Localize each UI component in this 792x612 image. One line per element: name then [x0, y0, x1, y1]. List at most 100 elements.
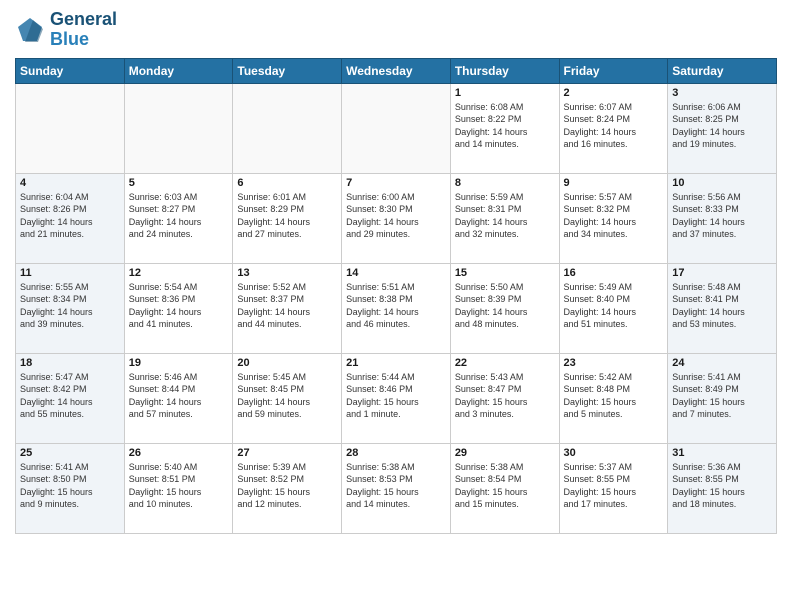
day-number: 14 [346, 267, 446, 279]
weekday-header: Thursday [450, 58, 559, 83]
day-info: Sunrise: 5:52 AM Sunset: 8:37 PM Dayligh… [237, 281, 337, 331]
calendar-cell: 7 Sunrise: 6:00 AM Sunset: 8:30 PM Daylig… [342, 173, 451, 263]
calendar-cell: 23 Sunrise: 5:42 AM Sunset: 8:48 PM Dayli… [559, 353, 668, 443]
day-number: 30 [564, 447, 664, 459]
day-info: Sunrise: 5:45 AM Sunset: 8:45 PM Dayligh… [237, 371, 337, 421]
day-info: Sunrise: 6:04 AM Sunset: 8:26 PM Dayligh… [20, 191, 120, 241]
day-info: Sunrise: 5:42 AM Sunset: 8:48 PM Dayligh… [564, 371, 664, 421]
calendar-cell [16, 83, 125, 173]
day-info: Sunrise: 6:06 AM Sunset: 8:25 PM Dayligh… [672, 101, 772, 151]
calendar-cell: 30 Sunrise: 5:37 AM Sunset: 8:55 PM Dayli… [559, 443, 668, 533]
calendar-cell: 16 Sunrise: 5:49 AM Sunset: 8:40 PM Dayli… [559, 263, 668, 353]
calendar-cell: 2 Sunrise: 6:07 AM Sunset: 8:24 PM Daylig… [559, 83, 668, 173]
weekday-header: Sunday [16, 58, 125, 83]
calendar-cell: 26Sunrise: 5:40 AM Sunset: 8:51 PM Dayli… [124, 443, 233, 533]
page-header: General Blue [15, 10, 777, 50]
calendar-cell: 22 Sunrise: 5:43 AM Sunset: 8:47 PM Dayli… [450, 353, 559, 443]
day-number: 23 [564, 357, 664, 369]
day-info: Sunrise: 5:56 AM Sunset: 8:33 PM Dayligh… [672, 191, 772, 241]
calendar-cell: 21Sunrise: 5:44 AM Sunset: 8:46 PM Dayli… [342, 353, 451, 443]
day-info: Sunrise: 5:55 AM Sunset: 8:34 PM Dayligh… [20, 281, 120, 331]
calendar-cell: 13 Sunrise: 5:52 AM Sunset: 8:37 PM Dayli… [233, 263, 342, 353]
day-number: 7 [346, 177, 446, 189]
calendar-cell: 6 Sunrise: 6:01 AM Sunset: 8:29 PM Daylig… [233, 173, 342, 263]
logo: General Blue [15, 10, 117, 50]
day-number: 4 [20, 177, 120, 189]
day-number: 2 [564, 87, 664, 99]
day-number: 25 [20, 447, 120, 459]
day-number: 12 [129, 267, 229, 279]
day-info: Sunrise: 5:41 AM Sunset: 8:49 PM Dayligh… [672, 371, 772, 421]
day-info: Sunrise: 5:54 AM Sunset: 8:36 PM Dayligh… [129, 281, 229, 331]
day-info: Sunrise: 5:47 AM Sunset: 8:42 PM Dayligh… [20, 371, 120, 421]
day-number: 1 [455, 87, 555, 99]
weekday-header: Tuesday [233, 58, 342, 83]
day-number: 11 [20, 267, 120, 279]
calendar-cell: 12 Sunrise: 5:54 AM Sunset: 8:36 PM Dayli… [124, 263, 233, 353]
day-info: Sunrise: 5:43 AM Sunset: 8:47 PM Dayligh… [455, 371, 555, 421]
day-number: 3 [672, 87, 772, 99]
calendar-cell: 28 Sunrise: 5:38 AM Sunset: 8:53 PM Dayli… [342, 443, 451, 533]
day-info: Sunrise: 6:07 AM Sunset: 8:24 PM Dayligh… [564, 101, 664, 151]
day-number: 28 [346, 447, 446, 459]
calendar-cell: 14 Sunrise: 5:51 AM Sunset: 8:38 PM Dayli… [342, 263, 451, 353]
day-number: 27 [237, 447, 337, 459]
calendar-cell: 19 Sunrise: 5:46 AM Sunset: 8:44 PM Dayli… [124, 353, 233, 443]
calendar-cell [342, 83, 451, 173]
logo-icon [15, 15, 45, 45]
day-number: 8 [455, 177, 555, 189]
day-number: 6 [237, 177, 337, 189]
day-number: 19 [129, 357, 229, 369]
header-row: SundayMondayTuesdayWednesdayThursdayFrid… [16, 58, 777, 83]
day-number: 21 [346, 357, 446, 369]
calendar-cell: 4 Sunrise: 6:04 AM Sunset: 8:26 PM Daylig… [16, 173, 125, 263]
calendar-row: 11 Sunrise: 5:55 AM Sunset: 8:34 PM Dayli… [16, 263, 777, 353]
calendar-cell: 24 Sunrise: 5:41 AM Sunset: 8:49 PM Dayli… [668, 353, 777, 443]
day-number: 9 [564, 177, 664, 189]
calendar-cell: 5 Sunrise: 6:03 AM Sunset: 8:27 PM Daylig… [124, 173, 233, 263]
day-number: 5 [129, 177, 229, 189]
day-number: 13 [237, 267, 337, 279]
calendar-row: 18 Sunrise: 5:47 AM Sunset: 8:42 PM Dayli… [16, 353, 777, 443]
calendar-cell: 9Sunrise: 5:57 AM Sunset: 8:32 PM Daylig… [559, 173, 668, 263]
day-number: 24 [672, 357, 772, 369]
day-info: Sunrise: 5:38 AM Sunset: 8:53 PM Dayligh… [346, 461, 446, 511]
day-number: 18 [20, 357, 120, 369]
calendar-cell: 27 Sunrise: 5:39 AM Sunset: 8:52 PM Dayli… [233, 443, 342, 533]
day-info: Sunrise: 5:38 AM Sunset: 8:54 PM Dayligh… [455, 461, 555, 511]
calendar-body: 1 Sunrise: 6:08 AM Sunset: 8:22 PM Daylig… [16, 83, 777, 533]
weekday-header: Wednesday [342, 58, 451, 83]
day-info: Sunrise: 5:39 AM Sunset: 8:52 PM Dayligh… [237, 461, 337, 511]
day-number: 16 [564, 267, 664, 279]
day-number: 20 [237, 357, 337, 369]
calendar-cell: 20 Sunrise: 5:45 AM Sunset: 8:45 PM Dayli… [233, 353, 342, 443]
day-number: 10 [672, 177, 772, 189]
day-info: Sunrise: 5:59 AM Sunset: 8:31 PM Dayligh… [455, 191, 555, 241]
day-info: Sunrise: 5:40 AM Sunset: 8:51 PM Dayligh… [129, 461, 229, 511]
day-info: Sunrise: 5:49 AM Sunset: 8:40 PM Dayligh… [564, 281, 664, 331]
calendar-cell: 10 Sunrise: 5:56 AM Sunset: 8:33 PM Dayli… [668, 173, 777, 263]
calendar-cell: 17Sunrise: 5:48 AM Sunset: 8:41 PM Dayli… [668, 263, 777, 353]
calendar-row: 25Sunrise: 5:41 AM Sunset: 8:50 PM Dayli… [16, 443, 777, 533]
logo-text: General Blue [50, 10, 117, 50]
day-info: Sunrise: 5:50 AM Sunset: 8:39 PM Dayligh… [455, 281, 555, 331]
day-info: Sunrise: 6:08 AM Sunset: 8:22 PM Dayligh… [455, 101, 555, 151]
day-number: 22 [455, 357, 555, 369]
calendar-cell: 15Sunrise: 5:50 AM Sunset: 8:39 PM Dayli… [450, 263, 559, 353]
calendar-cell: 25Sunrise: 5:41 AM Sunset: 8:50 PM Dayli… [16, 443, 125, 533]
day-info: Sunrise: 6:00 AM Sunset: 8:30 PM Dayligh… [346, 191, 446, 241]
day-info: Sunrise: 5:46 AM Sunset: 8:44 PM Dayligh… [129, 371, 229, 421]
calendar-cell [124, 83, 233, 173]
calendar-cell: 29Sunrise: 5:38 AM Sunset: 8:54 PM Dayli… [450, 443, 559, 533]
weekday-header: Monday [124, 58, 233, 83]
day-info: Sunrise: 6:03 AM Sunset: 8:27 PM Dayligh… [129, 191, 229, 241]
calendar-cell: 11 Sunrise: 5:55 AM Sunset: 8:34 PM Dayli… [16, 263, 125, 353]
weekday-header: Saturday [668, 58, 777, 83]
day-info: Sunrise: 5:51 AM Sunset: 8:38 PM Dayligh… [346, 281, 446, 331]
calendar-cell: 31Sunrise: 5:36 AM Sunset: 8:55 PM Dayli… [668, 443, 777, 533]
day-info: Sunrise: 6:01 AM Sunset: 8:29 PM Dayligh… [237, 191, 337, 241]
day-info: Sunrise: 5:37 AM Sunset: 8:55 PM Dayligh… [564, 461, 664, 511]
calendar-cell: 3 Sunrise: 6:06 AM Sunset: 8:25 PM Daylig… [668, 83, 777, 173]
day-info: Sunrise: 5:48 AM Sunset: 8:41 PM Dayligh… [672, 281, 772, 331]
day-info: Sunrise: 5:36 AM Sunset: 8:55 PM Dayligh… [672, 461, 772, 511]
